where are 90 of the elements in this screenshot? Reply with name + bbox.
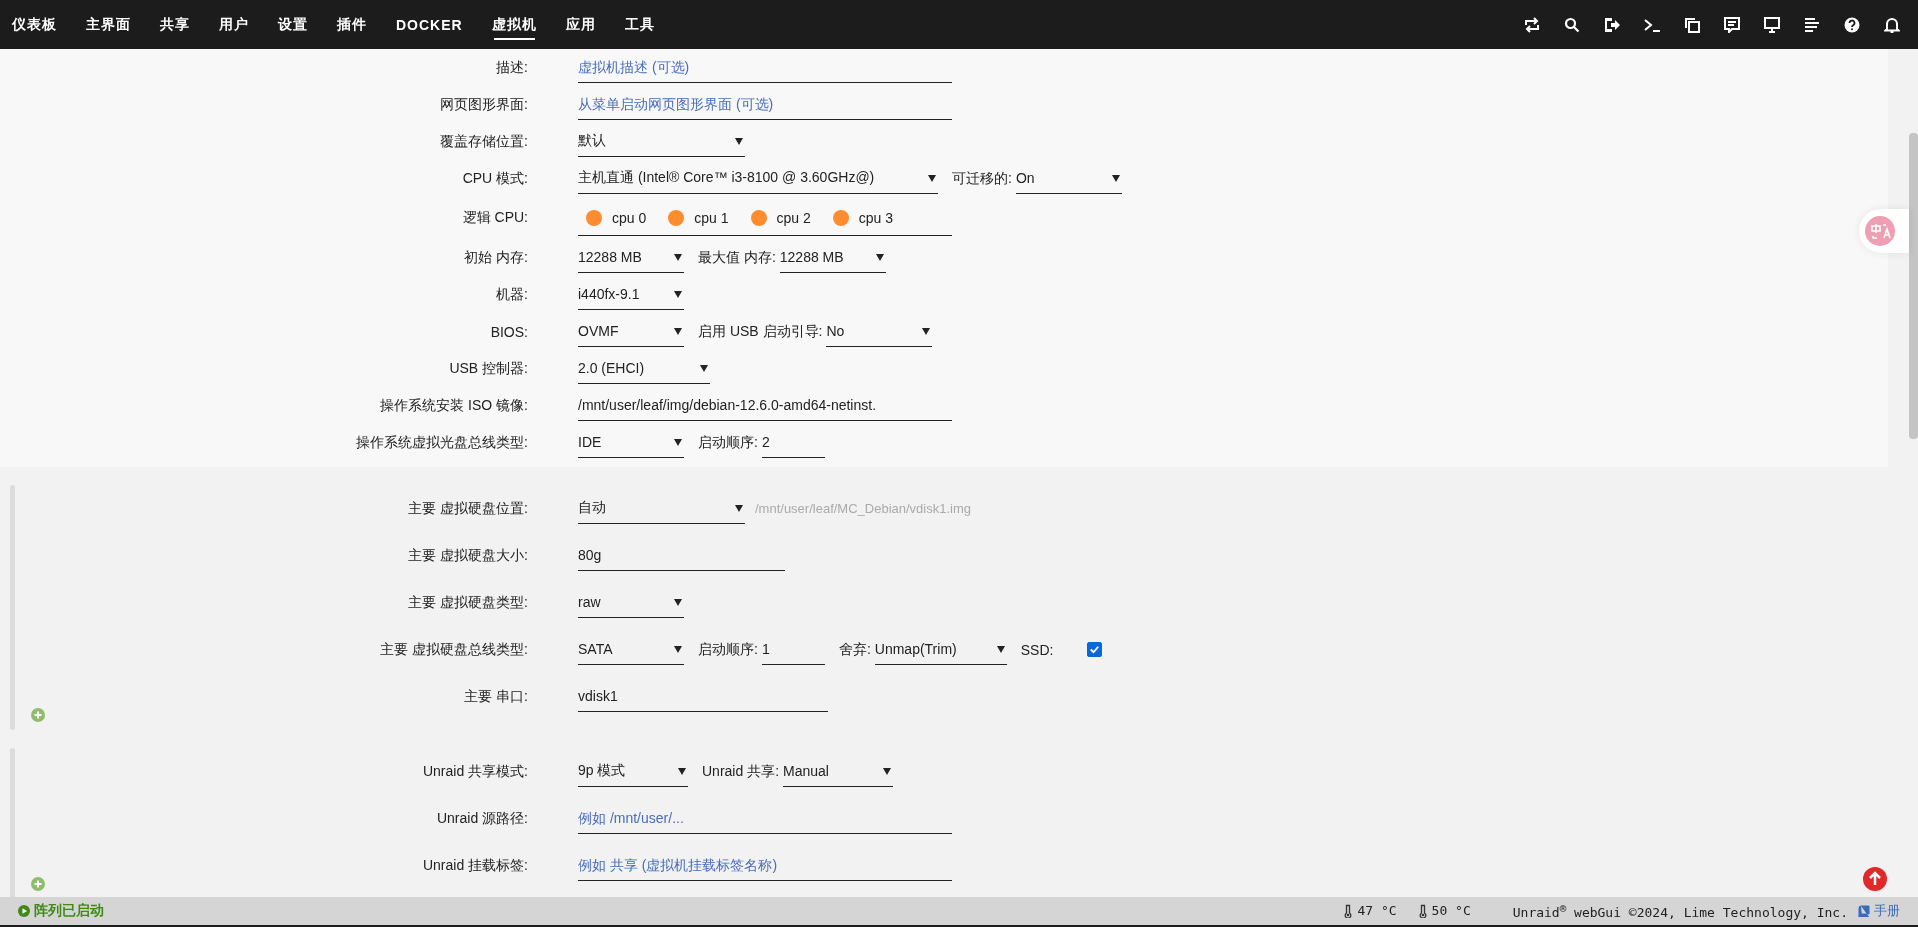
field-label: SSD:	[1020, 641, 1054, 658]
text-field[interactable]: 80g	[578, 540, 785, 571]
dropdown[interactable]: 12288 MB	[779, 242, 886, 273]
nav-tab[interactable]: 虚拟机	[491, 0, 537, 49]
dropdown[interactable]: 2.0 (EHCI)	[578, 353, 710, 384]
field-label: 网页图形界面:	[439, 95, 528, 114]
dropdown[interactable]: Unmap(Trim)	[874, 634, 1007, 665]
list-icon[interactable]	[1804, 16, 1820, 33]
field-label: 操作系统虚拟光盘总线类型:	[355, 433, 528, 452]
nav-tab[interactable]: 主界面	[86, 0, 131, 49]
chat-icon[interactable]	[1724, 16, 1740, 33]
field-label: 逻辑 CPU:	[461, 209, 528, 227]
dropdown[interactable]: OVMF	[578, 316, 684, 347]
field-label: 主要 虚拟硬盘大小:	[407, 546, 528, 565]
temperature-text: 50 °C	[1431, 903, 1471, 919]
field-label: BIOS:	[489, 323, 528, 340]
search-icon[interactable]	[1564, 16, 1580, 33]
field-label: 操作系统安装 ISO 镜像:	[379, 396, 528, 415]
thermometer-icon	[1344, 904, 1353, 918]
text-field[interactable]: 例如 /mnt/user/...	[578, 803, 952, 834]
dropdown[interactable]: 自动	[578, 493, 745, 524]
array-status-text: 阵列已启动	[34, 902, 104, 920]
field-label: 启用 USB 启动引导:	[698, 322, 823, 341]
nav-tab[interactable]: 仪表板	[12, 0, 57, 49]
field-label: 启动顺序:	[698, 640, 758, 659]
text-field[interactable]: 2	[761, 427, 825, 458]
dropdown[interactable]: No	[826, 316, 933, 347]
dropdown[interactable]: i440fx-9.1	[578, 279, 684, 310]
cpu-toggle[interactable]: cpu 2	[750, 209, 811, 226]
text-field[interactable]: 1	[761, 634, 825, 665]
disk-path-text: /mnt/user/leaf/MC_Debian/vdisk1.img	[755, 501, 972, 516]
bell-icon[interactable]	[1884, 16, 1900, 33]
field-label: USB 控制器:	[448, 359, 528, 378]
dropdown[interactable]: raw	[578, 587, 684, 618]
field-label: 主要 串口:	[463, 687, 528, 706]
field-label: 覆盖存储位置:	[439, 132, 528, 151]
scroll-up-icon[interactable]	[1863, 867, 1887, 891]
field-label: 主要 虚拟硬盘位置:	[407, 499, 528, 518]
temperature-text: 47 °C	[1357, 903, 1397, 919]
checkbox[interactable]	[1087, 642, 1103, 657]
nav-tab[interactable]: 工具	[624, 0, 655, 49]
copyright-text: Unraid$^{®}$ webGui ©2024, Lime Technology, Inc.	[1512, 901, 1848, 921]
checkmark-icon	[1089, 644, 1101, 655]
field-label: 舍弃:	[838, 640, 871, 659]
cpu-toggle[interactable]: cpu 0	[586, 209, 647, 226]
nav-tab[interactable]: 插件	[337, 0, 367, 49]
translate-icon	[1865, 216, 1895, 246]
logout-icon[interactable]	[1604, 16, 1620, 33]
dropdown[interactable]: On	[1015, 163, 1122, 194]
play-icon	[18, 905, 30, 917]
cpu-toggle[interactable]: cpu 3	[832, 209, 893, 226]
text-field[interactable]: vdisk1	[578, 681, 828, 712]
cpu-toggle[interactable]: cpu 1	[668, 209, 729, 226]
monitor-icon[interactable]	[1764, 16, 1780, 33]
field-label: 最大值 内存:	[698, 248, 776, 267]
field-label: 启动顺序:	[698, 433, 758, 452]
field-label: 机器:	[495, 285, 528, 304]
nav-tab[interactable]: 设置	[278, 0, 308, 49]
field-label: Unraid 共享:	[702, 762, 780, 781]
dropdown[interactable]: 12288 MB	[578, 242, 684, 273]
dropdown[interactable]: Manual	[783, 756, 894, 787]
dropdown[interactable]: 默认	[578, 126, 745, 157]
text-field[interactable]: 例如 共享 (虚拟机挂载标签名称)	[578, 850, 952, 881]
dropdown[interactable]: 9p 模式	[578, 756, 688, 787]
dropdown[interactable]: IDE	[578, 427, 684, 458]
field-label: Unraid 共享模式:	[421, 762, 528, 781]
repeat-icon[interactable]	[1524, 16, 1540, 33]
text-field[interactable]: 虚拟机描述 (可选)	[578, 52, 952, 83]
book-icon	[1858, 905, 1870, 917]
nav-tab[interactable]: 用户	[219, 0, 249, 49]
field-label: 初始 内存:	[463, 248, 528, 267]
field-label: 描述:	[495, 58, 528, 77]
nav-tab[interactable]: DOCKER	[396, 0, 463, 49]
windows-icon[interactable]	[1684, 16, 1700, 33]
field-label: 主要 虚拟硬盘类型:	[407, 593, 528, 612]
field-label: Unraid 挂载标签:	[421, 856, 528, 875]
thermometer-icon	[1418, 904, 1427, 918]
nav-tab[interactable]: 共享	[160, 0, 190, 49]
field-label: 主要 虚拟硬盘总线类型:	[379, 640, 528, 659]
help-icon[interactable]	[1844, 16, 1860, 33]
terminal-icon[interactable]	[1644, 16, 1660, 33]
text-field[interactable]: 从菜单启动网页图形界面 (可选)	[578, 89, 952, 120]
dropdown[interactable]: SATA	[578, 634, 684, 665]
nav-tab[interactable]: 应用	[565, 0, 596, 49]
manual-link[interactable]: 手册	[1858, 902, 1900, 920]
field-label: Unraid 源路径:	[435, 809, 528, 828]
dropdown[interactable]: 主机直通 (Intel® Core™ i3-8100 @ 3.60GHz@)	[578, 163, 938, 194]
text-field[interactable]: /mnt/user/leaf/img/debian-12.6.0-amd64-netinst.	[578, 390, 952, 421]
field-label: CPU 模式:	[461, 169, 528, 188]
field-label: 可迁移的:	[952, 169, 1012, 188]
